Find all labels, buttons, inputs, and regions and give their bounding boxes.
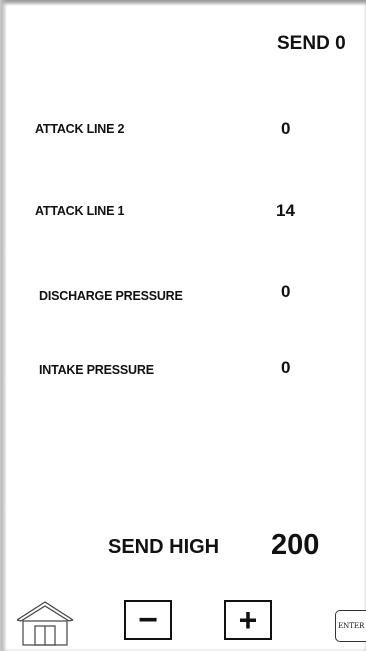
discharge-pressure-value: 0 <box>281 282 291 301</box>
home-button[interactable] <box>15 600 75 646</box>
decrement-button[interactable]: − <box>124 600 172 640</box>
attack-line-1-label: ATTACK LINE 1 <box>35 204 125 218</box>
send-high-label: SEND HIGH <box>108 536 220 558</box>
app-screen: SEND 0 ATTACK LINE 2 0 ATTACK LINE 1 14 … <box>0 0 366 651</box>
home-icon <box>16 601 74 646</box>
intake-pressure-value: 0 <box>281 358 291 377</box>
screen-left-bezel <box>1 0 7 651</box>
send-high-value: 200 <box>271 529 320 561</box>
attack-line-2-label: ATTACK LINE 2 <box>35 122 125 136</box>
increment-button[interactable]: + <box>224 600 272 640</box>
screen-top-bezel <box>1 0 366 6</box>
attack-line-1-value: 14 <box>276 201 295 220</box>
discharge-pressure-label: DISCHARGE PRESSURE <box>39 289 183 303</box>
intake-pressure-label: INTAKE PRESSURE <box>39 363 154 377</box>
enter-button[interactable]: ENTER <box>335 610 366 642</box>
attack-line-2-value: 0 <box>281 119 291 138</box>
send-status: SEND 0 <box>277 33 346 54</box>
